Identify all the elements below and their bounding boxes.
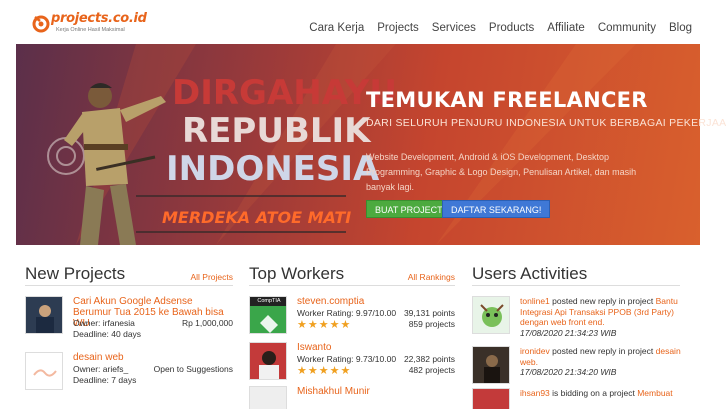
worker-stars: ★★★★★ (297, 365, 352, 377)
top-workers-header: Top Workers All Rankings (249, 264, 455, 286)
hero-banner: DIRGAHAYU REPUBLIK INDONESIA MERDEKA ATO… (16, 44, 700, 245)
activity-avatar (472, 388, 510, 409)
activity-action: posted new reply in project (549, 296, 656, 306)
activity-avatar (472, 346, 510, 384)
new-projects-section: New Projects All Projects Cari Akun Goog… (25, 264, 233, 390)
worker-avatar (249, 342, 287, 380)
activity-time: 17/08/2020 21:34:20 WIB (520, 367, 617, 377)
top-workers-title: Top Workers (249, 264, 345, 283)
all-projects-link[interactable]: All Projects (190, 272, 233, 282)
project-thumbnail (25, 296, 63, 334)
users-activities-section: Users Activities tonline1 posted new rep… (472, 264, 702, 409)
banner-line-4: MERDEKA ATOE MATI (162, 208, 351, 227)
top-workers-section: Top Workers All Rankings CompTIA steven.… (249, 264, 455, 409)
worker-stars: ★★★★★ (297, 319, 352, 331)
all-rankings-link[interactable]: All Rankings (408, 272, 455, 282)
activity-user[interactable]: ihsan93 (520, 388, 550, 398)
hero-subtitle: DARI SELURUH PENJURU INDONESIA UNTUK BER… (366, 117, 726, 129)
nav-projects[interactable]: Projects (377, 22, 419, 34)
worker-item[interactable]: Mishakhul Munir (249, 386, 457, 409)
logo-icon (32, 15, 50, 33)
create-project-button[interactable]: BUAT PROJECT (366, 200, 452, 218)
activity-project[interactable]: Membuat (637, 388, 672, 398)
logo-tagline: Kerja Online Hasil Maksimal (56, 27, 125, 33)
hero-title: TEMUKAN FREELANCER (366, 88, 648, 112)
top-bar: projects.co.id Kerja Online Hasil Maksim… (0, 0, 726, 44)
project-thumbnail (25, 352, 63, 390)
logo-text: projects.co.id (51, 11, 147, 26)
register-button[interactable]: DAFTAR SEKARANG! (442, 200, 551, 218)
soldier-illustration (64, 83, 166, 245)
users-activities-header: Users Activities (472, 264, 680, 286)
activity-avatar (472, 296, 510, 334)
project-item[interactable]: desain web Owner: ariefs_ Deadline: 7 da… (25, 352, 233, 392)
worker-rating: Worker Rating: 9.97/10.00 (297, 308, 397, 318)
nav-affiliate[interactable]: Affiliate (547, 22, 585, 34)
project-budget: Open to Suggestions (153, 364, 233, 374)
project-item[interactable]: Cari Akun Google Adsense Berumur Tua 201… (25, 296, 233, 342)
activity-user[interactable]: tonline1 (520, 296, 550, 306)
project-owner: Owner: irfanesia (73, 318, 135, 328)
activity-action: is bidding on a project (549, 388, 638, 398)
nav-blog[interactable]: Blog (669, 22, 692, 34)
worker-points: 22,382 points (403, 354, 455, 364)
worker-avatar: CompTIA (249, 296, 287, 334)
banner-line-2: REPUBLIK (182, 111, 372, 151)
activity-text: ihsan93 is bidding on a project Membuat (520, 388, 700, 399)
hero-description: Website Development, Android & iOS Devel… (366, 152, 637, 192)
project-owner: Owner: ariefs_ (73, 364, 129, 374)
worker-avatar (249, 386, 287, 409)
worker-item[interactable]: CompTIA steven.comptia Worker Rating: 9.… (249, 296, 455, 336)
banner-line-1: DIRGAHAYU (172, 73, 397, 113)
worker-name[interactable]: steven.comptia (297, 296, 457, 307)
new-projects-header: New Projects All Projects (25, 264, 233, 286)
worker-projects: 482 projects (408, 365, 455, 375)
nav-community[interactable]: Community (598, 22, 656, 34)
project-deadline: Deadline: 40 days (73, 329, 142, 339)
activity-time: 17/08/2020 21:34:23 WIB (520, 327, 617, 338)
project-budget: Rp 1,000,000 (181, 318, 233, 328)
site-logo[interactable]: projects.co.id Kerja Online Hasil Maksim… (31, 11, 147, 37)
activity-user[interactable]: ironidev (520, 346, 550, 356)
worker-points: 39,131 points (403, 308, 455, 318)
activity-item: ihsan93 is bidding on a project Membuat (472, 388, 702, 409)
nav-cara-kerja[interactable]: Cara Kerja (309, 22, 364, 34)
nav-products[interactable]: Products (489, 22, 534, 34)
worker-name[interactable]: Mishakhul Munir (297, 386, 457, 397)
users-activities-title: Users Activities (472, 264, 588, 283)
banner-line-3: INDONESIA (166, 149, 380, 189)
main-nav: Cara Kerja Projects Services Products Af… (309, 22, 692, 34)
activity-action: posted new reply in project (549, 346, 656, 356)
worker-name[interactable]: Iswanto (297, 342, 457, 353)
project-title[interactable]: desain web (73, 352, 233, 363)
new-projects-title: New Projects (25, 264, 126, 283)
activity-item: ironidev posted new reply in project des… (472, 346, 702, 386)
worker-rating: Worker Rating: 9.73/10.00 (297, 354, 397, 364)
hero-artwork: DIRGAHAYU REPUBLIK INDONESIA MERDEKA ATO… (47, 44, 636, 245)
worker-projects: 859 projects (408, 319, 455, 329)
activity-text: tonline1 posted new reply in project Ban… (520, 296, 700, 338)
nav-services[interactable]: Services (432, 22, 476, 34)
project-deadline: Deadline: 7 days (73, 375, 137, 385)
worker-item[interactable]: Iswanto Worker Rating: 9.73/10.00 ★★★★★ … (249, 342, 455, 382)
activity-text: ironidev posted new reply in project des… (520, 346, 700, 378)
activity-item: tonline1 posted new reply in project Ban… (472, 296, 702, 340)
